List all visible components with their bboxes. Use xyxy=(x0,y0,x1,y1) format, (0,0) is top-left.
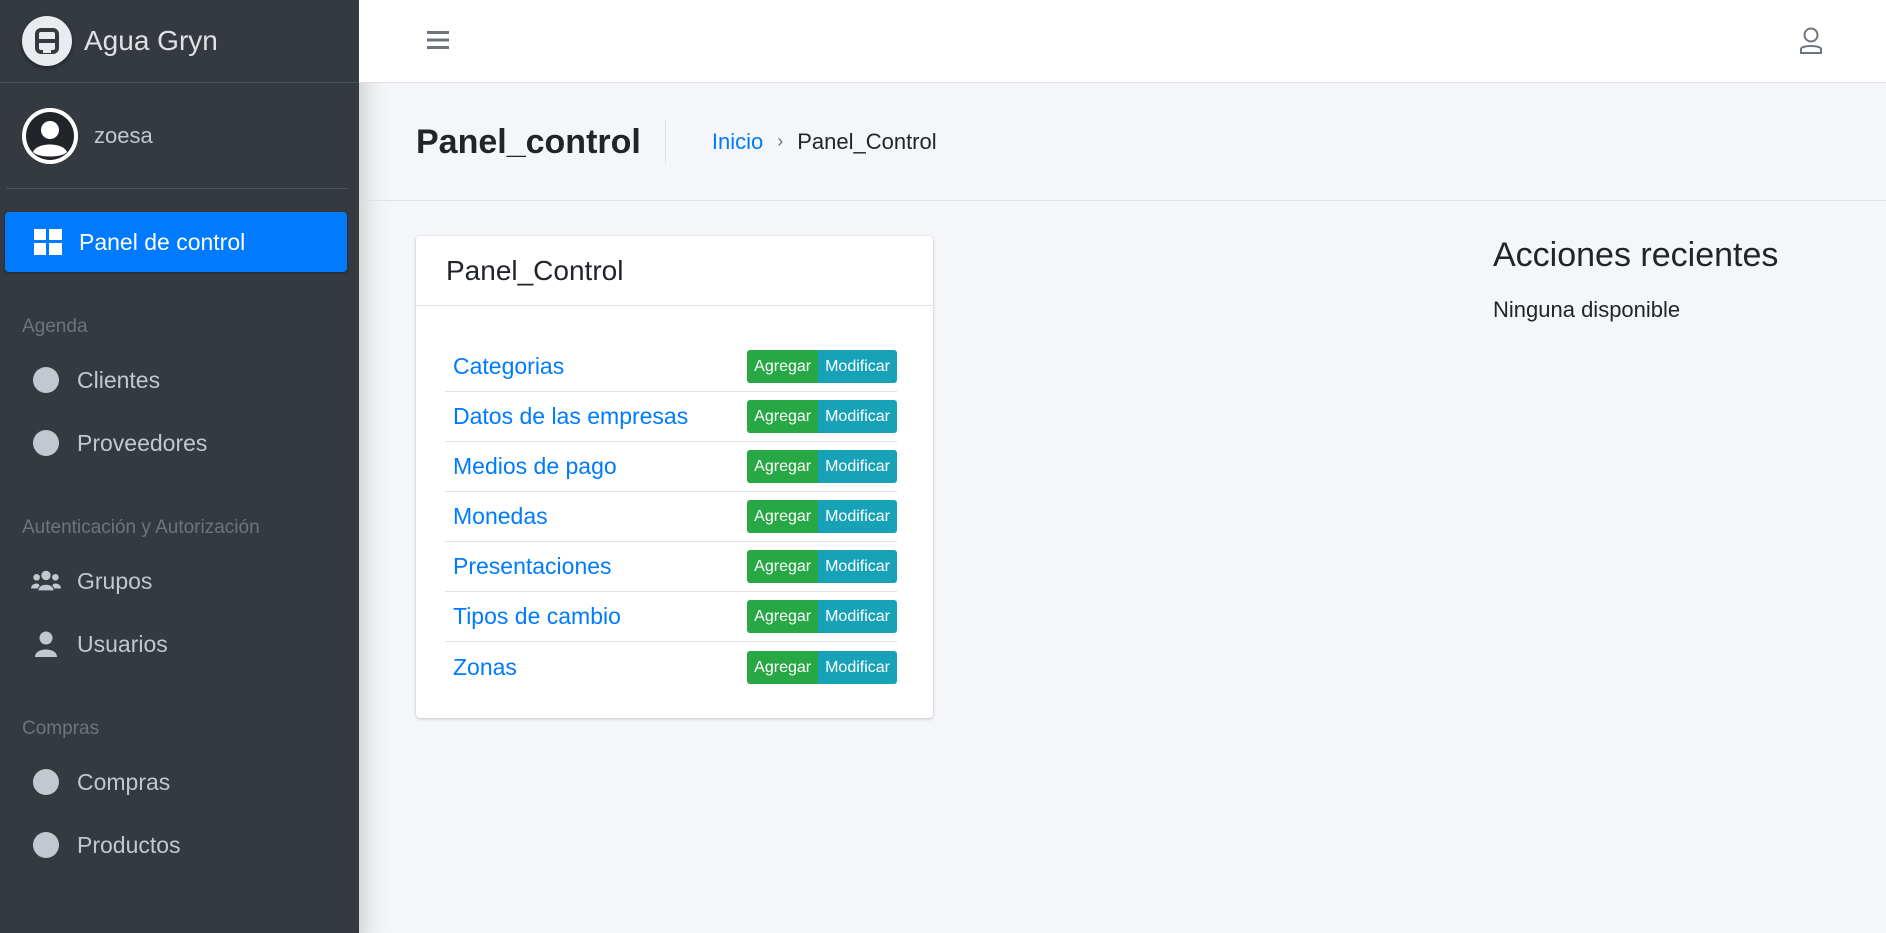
table-row: Categorias Agregar Modificar xyxy=(445,342,897,392)
breadcrumb: Inicio › Panel_Control xyxy=(712,129,937,155)
panel-control-card: Panel_Control Categorias Agregar Modific… xyxy=(416,236,933,718)
sidebar: Agua Gryn zoesa Panel de control Agenda … xyxy=(0,0,359,933)
row-actions: Agregar Modificar xyxy=(747,400,897,433)
table-row: Medios de pago Agregar Modificar xyxy=(445,442,897,492)
add-button[interactable]: Agregar xyxy=(747,450,819,483)
card-body: Categorias Agregar Modificar Datos de la… xyxy=(416,306,933,692)
user-name: zoesa xyxy=(94,122,153,148)
model-link-medios-de-pago[interactable]: Medios de pago xyxy=(453,453,617,480)
model-link-datos-empresas[interactable]: Datos de las empresas xyxy=(453,403,688,430)
sidebar-item-label: Grupos xyxy=(77,567,153,594)
add-button[interactable]: Agregar xyxy=(747,400,819,433)
model-link-zonas[interactable]: Zonas xyxy=(453,654,517,681)
sidebar-section-header: Agenda xyxy=(22,316,88,337)
user-icon xyxy=(31,629,61,659)
sidebar-item-label: Usuarios xyxy=(77,630,168,657)
modify-button[interactable]: Modificar xyxy=(818,450,897,483)
user-menu-icon[interactable] xyxy=(1798,27,1826,55)
sidebar-item-label: Panel de control xyxy=(79,228,246,255)
sidebar-item-label: Proveedores xyxy=(77,429,208,456)
sidebar-item-usuarios[interactable]: Usuarios xyxy=(5,614,347,674)
breadcrumb-home-link[interactable]: Inicio xyxy=(712,129,763,155)
sidebar-section-header: Compras xyxy=(22,718,100,739)
recent-actions-title: Acciones recientes xyxy=(1493,236,1779,274)
add-button[interactable]: Agregar xyxy=(747,600,819,633)
table-row: Zonas Agregar Modificar xyxy=(445,642,897,692)
sidebar-item-clientes[interactable]: Clientes xyxy=(5,350,347,410)
row-actions: Agregar Modificar xyxy=(747,350,897,383)
row-actions: Agregar Modificar xyxy=(747,500,897,533)
modify-button[interactable]: Modificar xyxy=(818,600,897,633)
model-link-categorias[interactable]: Categorias xyxy=(453,353,564,380)
sidebar-item-productos[interactable]: Productos xyxy=(5,815,347,875)
sidebar-item-compras[interactable]: Compras xyxy=(5,752,347,812)
menu-toggle-icon[interactable] xyxy=(427,25,449,57)
add-button[interactable]: Agregar xyxy=(747,650,819,684)
row-actions: Agregar Modificar xyxy=(747,600,897,633)
sidebar-item-label: Compras xyxy=(77,768,171,795)
recent-actions: Acciones recientes Ninguna disponible xyxy=(1493,236,1778,323)
model-link-monedas[interactable]: Monedas xyxy=(453,503,548,530)
modify-button[interactable]: Modificar xyxy=(818,400,897,433)
user-panel[interactable]: zoesa xyxy=(6,83,347,189)
row-actions: Agregar Modificar xyxy=(747,550,897,583)
users-icon xyxy=(31,566,61,596)
circle-icon xyxy=(31,365,61,395)
sidebar-item-label: Clientes xyxy=(77,366,161,393)
sidebar-item-grupos[interactable]: Grupos xyxy=(5,551,347,611)
table-row: Monedas Agregar Modificar xyxy=(445,492,897,542)
add-button[interactable]: Agregar xyxy=(747,500,819,533)
card-title: Panel_Control xyxy=(416,236,933,306)
add-button[interactable]: Agregar xyxy=(747,350,819,383)
row-actions: Agregar Modificar xyxy=(747,450,897,483)
model-link-presentaciones[interactable]: Presentaciones xyxy=(453,553,612,580)
model-link-tipos-de-cambio[interactable]: Tipos de cambio xyxy=(453,603,621,630)
sidebar-item-proveedores[interactable]: Proveedores xyxy=(5,413,347,473)
breadcrumb-separator: › xyxy=(777,131,784,151)
table-row: Datos de las empresas Agregar Modificar xyxy=(445,392,897,442)
table-row: Tipos de cambio Agregar Modificar xyxy=(445,592,897,642)
sidebar-nav: Panel de control Agenda Clientes Proveed… xyxy=(0,189,359,875)
top-navbar xyxy=(359,0,1886,83)
brand-logo-icon xyxy=(22,16,72,66)
modify-button[interactable]: Modificar xyxy=(818,650,897,684)
dashboard-icon xyxy=(33,227,63,257)
add-button[interactable]: Agregar xyxy=(747,550,819,583)
recent-actions-empty: Ninguna disponible xyxy=(1493,297,1681,322)
sidebar-item-label: Productos xyxy=(77,831,181,858)
sidebar-item-panel-de-control[interactable]: Panel de control xyxy=(5,212,347,272)
modify-button[interactable]: Modificar xyxy=(818,350,897,383)
modify-button[interactable]: Modificar xyxy=(818,550,897,583)
content-header: Panel_control Inicio › Panel_Control xyxy=(359,83,1886,201)
modify-button[interactable]: Modificar xyxy=(818,500,897,533)
row-actions: Agregar Modificar xyxy=(747,650,897,684)
avatar xyxy=(22,107,78,164)
circle-icon xyxy=(31,428,61,458)
page-title: Panel_control xyxy=(416,119,666,164)
circle-icon xyxy=(31,830,61,860)
sidebar-section-header: Autenticación y Autorización xyxy=(22,517,260,538)
breadcrumb-current: Panel_Control xyxy=(797,128,937,154)
table-row: Presentaciones Agregar Modificar xyxy=(445,542,897,592)
brand-link[interactable]: Agua Gryn xyxy=(0,0,359,83)
circle-icon xyxy=(31,767,61,797)
brand-name: Agua Gryn xyxy=(84,25,218,56)
